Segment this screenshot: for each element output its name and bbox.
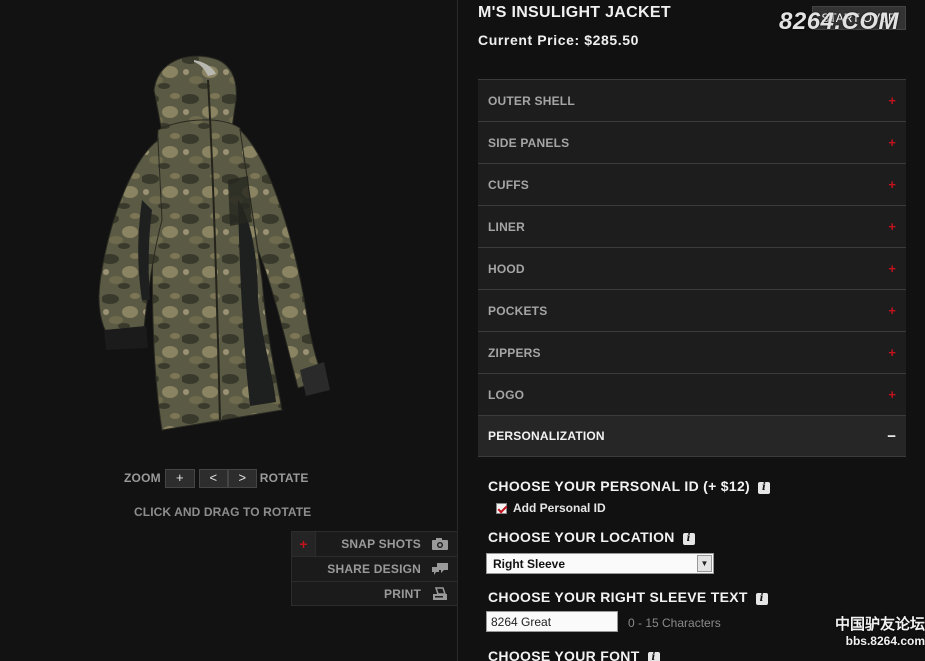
printer-icon: [433, 586, 447, 600]
accordion-outer-shell[interactable]: OUTER SHELL +: [478, 79, 906, 121]
location-heading-text: CHOOSE YOUR LOCATION: [488, 529, 675, 545]
accordion-side-panels[interactable]: SIDE PANELS +: [478, 121, 906, 163]
expand-plus-icon: +: [888, 177, 896, 192]
collapse-minus-icon: −: [887, 427, 896, 445]
customizer-panel: M'S INSULIGHT JACKET Current Price: $285…: [458, 0, 925, 661]
accordion-logo[interactable]: LOGO +: [478, 373, 906, 415]
info-icon[interactable]: i: [758, 482, 771, 494]
dropdown-arrow-icon[interactable]: ▼: [697, 555, 712, 572]
expand-plus-icon: +: [888, 261, 896, 276]
add-personal-id-label[interactable]: Add Personal ID: [513, 501, 606, 515]
personal-id-heading-text: CHOOSE YOUR PERSONAL ID (+ $12): [488, 478, 751, 494]
location-heading: CHOOSE YOUR LOCATION i: [488, 529, 695, 545]
expand-plus-icon: +: [888, 135, 896, 150]
info-icon[interactable]: i: [755, 593, 768, 605]
add-personal-id-checkbox[interactable]: [496, 502, 507, 514]
product-title: M'S INSULIGHT JACKET: [478, 4, 671, 21]
speech-bubbles-icon: [432, 563, 448, 575]
camera-icon: [432, 538, 448, 550]
snap-shots-button[interactable]: + SNAP SHOTS: [291, 531, 458, 556]
drag-to-rotate-hint: CLICK AND DRAG TO ROTATE: [134, 505, 312, 519]
expand-plus-icon: +: [888, 387, 896, 402]
accordion-hood[interactable]: HOOD +: [478, 247, 906, 289]
zoom-in-button[interactable]: +: [164, 468, 195, 488]
rotate-buttons: < >: [198, 468, 257, 488]
expand-plus-icon: +: [888, 93, 896, 108]
rotate-label: ROTATE: [259, 471, 309, 485]
expand-plus-icon: +: [888, 345, 896, 360]
zoom-rotate-controls: ZOOM + < > ROTATE: [124, 468, 309, 488]
accordion-label: ZIPPERS: [488, 345, 541, 360]
accordion-label: LINER: [488, 219, 525, 234]
accordion-pockets[interactable]: POCKETS +: [478, 289, 906, 331]
location-select-value: Right Sleeve: [493, 557, 566, 571]
share-design-label: SHARE DESIGN: [327, 562, 421, 576]
rotate-right-button[interactable]: >: [227, 468, 257, 488]
personal-id-heading: CHOOSE YOUR PERSONAL ID (+ $12) i: [488, 478, 771, 494]
rotate-left-button[interactable]: <: [198, 468, 228, 488]
product-viewer[interactable]: ZOOM + < > ROTATE CLICK AND DRAG TO ROTA…: [0, 0, 458, 661]
character-limit-hint: 0 - 15 Characters: [628, 616, 721, 630]
accordion-label: SIDE PANELS: [488, 135, 570, 150]
snap-shots-label: SNAP SHOTS: [341, 537, 421, 551]
share-design-button[interactable]: SHARE DESIGN: [291, 556, 458, 581]
font-heading-text: CHOOSE YOUR FONT: [488, 648, 640, 661]
accordion-label: CUFFS: [488, 177, 529, 192]
font-heading: CHOOSE YOUR FONT i: [488, 648, 660, 661]
accordion-label: HOOD: [488, 261, 525, 276]
location-select[interactable]: Right Sleeve ▼: [486, 553, 714, 574]
accordion-label: POCKETS: [488, 303, 548, 318]
add-personal-id-row: Add Personal ID: [496, 501, 606, 515]
sleeve-text-heading-text: CHOOSE YOUR RIGHT SLEEVE TEXT: [488, 589, 748, 605]
sleeve-text-input[interactable]: [486, 611, 618, 632]
accordion-label: OUTER SHELL: [488, 93, 575, 108]
accordion-label: LOGO: [488, 387, 525, 402]
print-label: PRINT: [384, 586, 421, 601]
expand-plus-icon: +: [888, 219, 896, 234]
zoom-label: ZOOM: [124, 471, 161, 485]
current-price: Current Price: $285.50: [478, 32, 640, 48]
jacket-3d-preview[interactable]: [62, 50, 342, 450]
print-button[interactable]: PRINT: [291, 581, 458, 606]
expand-plus-icon: +: [888, 303, 896, 318]
snap-shots-expand-icon[interactable]: +: [292, 532, 316, 556]
accordion-cuffs[interactable]: CUFFS +: [478, 163, 906, 205]
accordion-label: PERSONALIZATION: [488, 429, 605, 443]
accordion-liner[interactable]: LINER +: [478, 205, 906, 247]
customization-accordion: OUTER SHELL + SIDE PANELS + CUFFS + LINE…: [478, 79, 906, 457]
accordion-zippers[interactable]: ZIPPERS +: [478, 331, 906, 373]
info-icon[interactable]: i: [647, 652, 660, 661]
start-over-button[interactable]: START OVER: [812, 6, 906, 30]
sleeve-text-heading: CHOOSE YOUR RIGHT SLEEVE TEXT i: [488, 589, 768, 605]
info-icon[interactable]: i: [682, 533, 695, 545]
accordion-personalization[interactable]: PERSONALIZATION −: [478, 415, 906, 457]
viewer-tools: + SNAP SHOTS SHARE DESIGN PRINT: [291, 531, 458, 606]
